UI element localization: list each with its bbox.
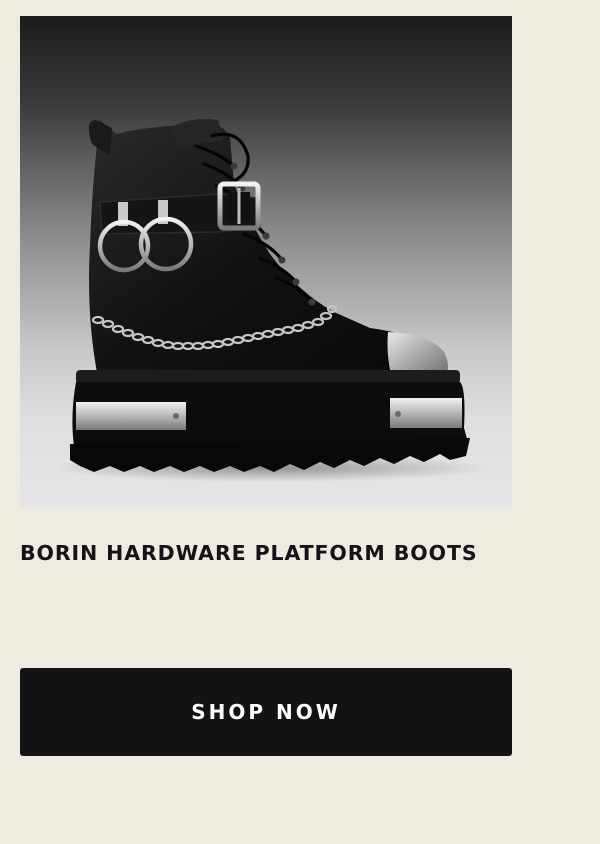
boot-illustration <box>50 119 490 482</box>
product-title: BORIN HARDWARE PLATFORM BOOTS <box>20 541 478 565</box>
welt <box>76 370 460 384</box>
shop-now-button[interactable]: SHOP NOW <box>20 668 512 756</box>
shop-now-label: SHOP NOW <box>191 700 341 724</box>
product-image[interactable] <box>20 16 512 508</box>
sole-plate-left <box>76 402 186 430</box>
